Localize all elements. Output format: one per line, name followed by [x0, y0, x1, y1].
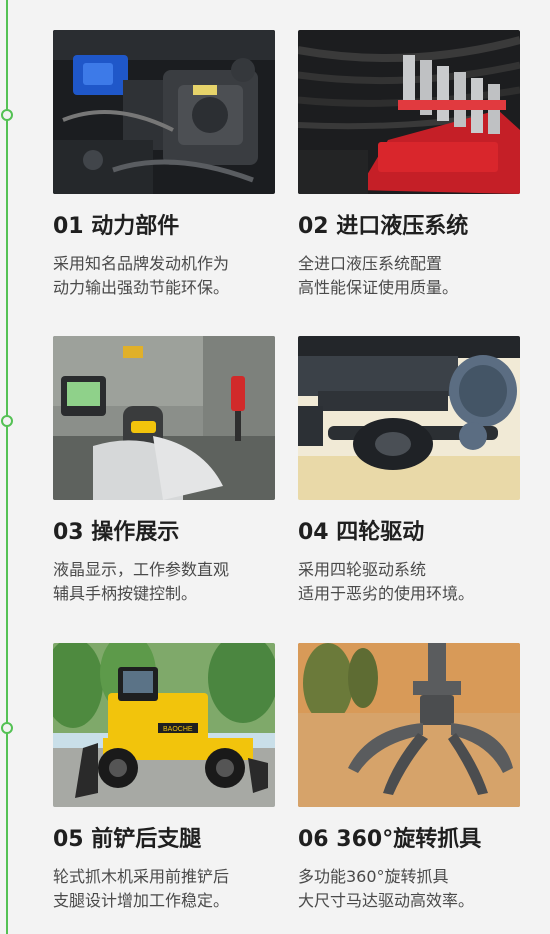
- feature-title: 01 动力部件: [53, 214, 180, 239]
- wheeled-log-loader-photo: BAOCHE: [53, 643, 275, 807]
- feature-description-line: 多功能360°旋转抓具: [298, 867, 449, 886]
- feature-description: 全进口液压系统配置 高性能保证使用质量。: [298, 252, 538, 300]
- feature-description-line: 大尺寸马达驱动高效率。: [298, 891, 475, 910]
- feature-description: 采用四轮驱动系统 适用于恶劣的使用环境。: [298, 558, 538, 606]
- feature-description-line: 适用于恶劣的使用环境。: [298, 584, 475, 603]
- feature-card-blade-outrigger: BAOCHE 05 前铲后支腿 轮式抓木机采用前推铲后 支腿设计增加工作稳定。: [53, 643, 275, 910]
- feature-description-line: 轮式抓木机采用前推铲后: [53, 867, 230, 886]
- feature-card-4wd: 04 四轮驱动 采用四轮驱动系统 适用于恶劣的使用环境。: [298, 336, 520, 603]
- feature-description: 轮式抓木机采用前推铲后 支腿设计增加工作稳定。: [53, 865, 293, 913]
- feature-description-line: 采用知名品牌发动机作为: [53, 254, 230, 273]
- feature-description: 液晶显示，工作参数直观 辅具手柄按键控制。: [53, 558, 293, 606]
- drivetrain-photo: [298, 336, 520, 500]
- feature-description-line: 动力输出强劲节能环保。: [53, 278, 230, 297]
- feature-card-power: 01 动力部件 采用知名品牌发动机作为 动力输出强劲节能环保。: [53, 30, 275, 297]
- feature-description: 多功能360°旋转抓具 大尺寸马达驱动高效率。: [298, 865, 538, 913]
- timeline-line: [6, 0, 8, 934]
- engine-photo: [53, 30, 275, 194]
- timeline-dot: [1, 109, 13, 121]
- timeline-dot: [1, 722, 13, 734]
- hydraulic-valve-photo: [298, 30, 520, 194]
- feature-description: 采用知名品牌发动机作为 动力输出强劲节能环保。: [53, 252, 293, 300]
- feature-title: 06 360°旋转抓具: [298, 827, 482, 852]
- feature-title: 03 操作展示: [53, 520, 180, 545]
- feature-description-line: 辅具手柄按键控制。: [53, 584, 198, 603]
- feature-title: 02 进口液压系统: [298, 214, 469, 239]
- feature-description-line: 液晶显示，工作参数直观: [53, 560, 230, 579]
- feature-description-line: 采用四轮驱动系统: [298, 560, 427, 579]
- machine-brand-badge: BAOCHE: [163, 726, 193, 733]
- cab-controls-photo: [53, 336, 275, 500]
- feature-description-line: 支腿设计增加工作稳定。: [53, 891, 230, 910]
- feature-description-line: 高性能保证使用质量。: [298, 278, 459, 297]
- feature-description-line: 全进口液压系统配置: [298, 254, 443, 273]
- feature-card-hydraulic: 02 进口液压系统 全进口液压系统配置 高性能保证使用质量。: [298, 30, 520, 297]
- timeline-dot: [1, 415, 13, 427]
- rotating-grapple-photo: [298, 643, 520, 807]
- feature-card-rotating-grapple: 06 360°旋转抓具 多功能360°旋转抓具 大尺寸马达驱动高效率。: [298, 643, 520, 910]
- feature-card-operation: 03 操作展示 液晶显示，工作参数直观 辅具手柄按键控制。: [53, 336, 275, 603]
- feature-title: 04 四轮驱动: [298, 520, 425, 545]
- feature-title: 05 前铲后支腿: [53, 827, 202, 852]
